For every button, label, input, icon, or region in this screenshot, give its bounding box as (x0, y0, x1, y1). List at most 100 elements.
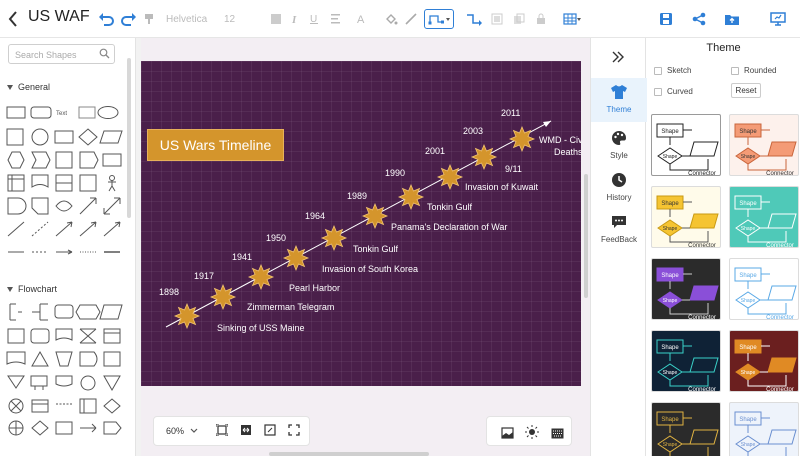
fit-page-icon[interactable] (215, 423, 229, 438)
lock-icon[interactable] (533, 9, 549, 29)
year-label[interactable]: 2001 (425, 146, 445, 156)
timeline-star-marker[interactable] (508, 125, 536, 153)
sketch-checkbox[interactable]: Sketch (654, 66, 691, 75)
theme-brightness-icon[interactable] (525, 425, 539, 444)
year-label[interactable]: 1989 (347, 191, 367, 201)
timeline-star-marker[interactable] (173, 302, 201, 330)
group-icon[interactable] (489, 9, 505, 29)
event-label[interactable]: Invasion of South Korea (322, 264, 418, 274)
rounded-checkbox[interactable]: Rounded (731, 66, 776, 75)
timeline-star-marker[interactable] (361, 202, 389, 230)
double-chevron-right-icon[interactable] (611, 50, 625, 68)
export-folder-icon[interactable] (723, 9, 741, 29)
format-painter-icon[interactable] (141, 9, 157, 29)
year-label[interactable]: 1898 (159, 287, 179, 297)
year-label[interactable]: 1990 (385, 168, 405, 178)
nav-style[interactable]: Style (591, 124, 647, 166)
year-label[interactable]: 2003 (463, 126, 483, 136)
theme-card[interactable]: ShapeShapeConnector (651, 258, 721, 320)
theme-card[interactable]: ShapeShapeConnector (729, 402, 799, 456)
nav-feedback[interactable]: FeedBack (591, 208, 647, 250)
search-icon[interactable] (99, 48, 110, 61)
zoom-level-select[interactable]: 60% (166, 426, 184, 436)
event-label[interactable]: Panama's Declaration of War (391, 222, 507, 232)
theme-card[interactable]: ShapeShapeConnector (729, 330, 799, 392)
theme-card[interactable]: ShapeShapeConnector (729, 258, 799, 320)
theme-card[interactable]: ShapeShapeConnector (729, 186, 799, 248)
diagram-page[interactable]: US Wars Timeline 1898 1917 1941 1950 196… (141, 61, 581, 386)
fullscreen-icon[interactable] (288, 424, 300, 438)
nav-history[interactable]: History (591, 166, 647, 208)
shape-panel-scrollbar[interactable] (127, 58, 131, 218)
card-shape-label: Shape (661, 417, 679, 423)
canvas-area[interactable]: US Wars Timeline 1898 1917 1941 1950 196… (141, 38, 590, 456)
table-icon[interactable] (561, 9, 583, 29)
event-label[interactable]: Invasion of Kuwait (465, 182, 538, 192)
curved-checkbox[interactable]: Curved (654, 87, 693, 96)
presentation-icon[interactable] (769, 9, 787, 29)
theme-card[interactable]: ShapeShapeConnector (651, 402, 721, 456)
timeline-star-marker[interactable] (247, 263, 275, 291)
checkbox-box[interactable] (654, 87, 662, 96)
general-shapes-grid[interactable]: Text (4, 102, 124, 276)
align-icon[interactable] (327, 9, 347, 29)
waypoint-icon[interactable] (462, 9, 484, 29)
theme-card[interactable]: ShapeShapeConnector (651, 186, 721, 248)
year-label[interactable]: 1917 (194, 271, 214, 281)
font-size-select[interactable]: 12 (224, 9, 254, 29)
keyboard-icon[interactable] (551, 426, 564, 444)
canvas-horizontal-scrollbar[interactable] (269, 452, 429, 456)
event-label[interactable]: Deaths (554, 147, 581, 157)
italic-icon[interactable]: I (288, 9, 302, 29)
share-icon[interactable] (690, 9, 708, 29)
background-image-icon[interactable] (501, 426, 514, 444)
year-label[interactable]: 1950 (266, 233, 286, 243)
chevron-down-icon[interactable] (190, 426, 198, 436)
save-icon[interactable] (657, 9, 675, 29)
theme-card[interactable]: ShapeShapeConnector (651, 114, 721, 176)
canvas-vertical-scrollbar[interactable] (584, 174, 588, 298)
duplicate-icon[interactable] (511, 9, 527, 29)
actual-size-icon[interactable] (264, 424, 276, 438)
year-label[interactable]: 1941 (232, 252, 252, 262)
connector-style-select[interactable] (424, 9, 454, 29)
event-label[interactable]: Tonkin Gulf (427, 202, 472, 212)
checkbox-box[interactable] (654, 66, 662, 75)
checkbox-box[interactable] (731, 66, 739, 75)
event-label[interactable]: 9/11 (505, 164, 522, 174)
nav-theme[interactable]: Theme (591, 78, 647, 122)
fill-color-icon[interactable] (383, 9, 399, 29)
diagram-title[interactable]: US Wars Timeline (147, 129, 284, 161)
event-label[interactable]: Zimmerman Telegram (247, 302, 334, 312)
timeline-star-marker[interactable] (436, 163, 464, 191)
document-title[interactable]: US WAF (28, 8, 90, 26)
event-label[interactable]: Pearl Harbor (289, 283, 340, 293)
event-label[interactable]: Sinking of USS Maine (217, 323, 305, 333)
line-color-icon[interactable] (403, 9, 419, 29)
fit-width-icon[interactable] (240, 424, 252, 438)
event-label[interactable]: Tonkin Gulf (353, 244, 398, 254)
timeline-star-marker[interactable] (470, 143, 498, 171)
card-shape-label: Shape (739, 417, 757, 423)
font-color-icon[interactable]: A (354, 9, 370, 29)
year-label[interactable]: 1964 (305, 211, 325, 221)
timeline-star-marker[interactable] (282, 244, 310, 272)
reset-button[interactable]: Reset (731, 83, 761, 98)
underline-icon[interactable]: U (307, 9, 321, 29)
redo-icon[interactable] (119, 9, 139, 29)
timeline-star-marker[interactable] (320, 224, 348, 252)
theme-card[interactable]: ShapeShapeConnector (651, 330, 721, 392)
event-label[interactable]: WMD - Civ (539, 135, 581, 145)
section-general[interactable]: General (7, 82, 50, 92)
timeline-star-marker[interactable] (397, 183, 425, 211)
theme-card[interactable]: ShapeShapeConnector (729, 114, 799, 176)
flowchart-shapes-grid[interactable] (4, 300, 124, 456)
search-shapes-input[interactable]: Search Shapes (8, 44, 115, 64)
year-label[interactable]: 2011 (501, 108, 520, 118)
text-box-icon[interactable] (268, 9, 284, 29)
section-flowchart[interactable]: Flowchart (7, 284, 57, 294)
undo-icon[interactable] (96, 9, 116, 29)
timeline-star-marker[interactable] (209, 283, 237, 311)
back-icon[interactable] (7, 9, 19, 34)
font-family-select[interactable]: Helvetica (166, 9, 218, 29)
